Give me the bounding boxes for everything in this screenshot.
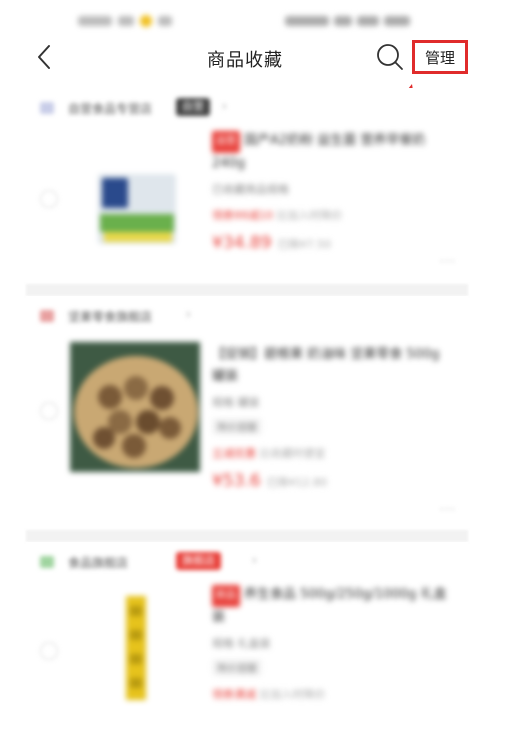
product-card[interactable]: 自营食品专营店 自营 › 自营 国产A2奶粉 益生菌 营养早餐奶 240g 已收藏… [26,88,468,284]
select-checkbox[interactable] [40,402,58,420]
product-title[interactable]: 新品 养生食品 500g/250g/1000g 礼盒装 [212,584,452,629]
product-price: ¥53.6 已降¥12.80 [212,471,328,491]
product-tag: 自营 [212,131,240,153]
product-photo [70,136,200,266]
store-name: 自营食品专营店 [68,102,153,116]
product-spec: 已收藏商品规格 [212,183,289,196]
nav-bar: 商品收藏 管理 [0,36,525,80]
product-card[interactable]: 食品旗舰店 旗舰店 › 新品 养生食品 500g/250g/1000g 礼盒装 规… [26,542,468,739]
store-row[interactable]: 坚果零食旗舰店 › [26,296,468,336]
status-bar [0,0,525,36]
price-alert-chip[interactable]: 降价提醒 [212,659,262,676]
product-info: 新品 养生食品 500g/250g/1000g 礼盒装 规格 礼盒装 降价提醒 领… [212,584,452,702]
store-icon [40,102,54,114]
product-price: ¥34.89 已降¥7.50 [212,233,331,253]
status-left [78,10,208,27]
favorites-list: 自营食品专营店 自营 › 自营 国产A2奶粉 益生菌 营养早餐奶 240g 已收藏… [26,88,468,739]
chevron-right-icon: › [186,307,191,321]
store-row[interactable]: 自营食品专营店 自营 › [26,88,468,128]
product-photo [70,586,200,716]
store-badge: 旗舰店 [176,552,221,570]
more-icon[interactable]: ··· [440,502,456,518]
product-title[interactable]: 【促销】碧根果 奶油味 坚果零食 500g 罐装 [212,344,452,388]
separator [26,530,468,542]
manage-button[interactable]: 管理 [412,40,468,74]
store-row[interactable]: 食品旗舰店 旗舰店 › [26,542,468,582]
product-info: 【促销】碧根果 奶油味 坚果零食 500g 罐装 规格 罐装 降价提醒 立减优惠… [212,344,452,491]
select-checkbox[interactable] [40,642,58,660]
store-badge: 自营 [176,98,210,116]
product-tag: 新品 [212,585,240,607]
product-image[interactable] [70,342,200,472]
chevron-right-icon: › [252,553,257,567]
product-photo [70,342,200,472]
store-name: 坚果零食旗舰店 [68,310,153,324]
product-image[interactable] [70,136,200,266]
store-icon [40,556,54,568]
chevron-right-icon: › [222,99,227,113]
separator [26,284,468,296]
select-checkbox[interactable] [40,190,58,208]
product-image[interactable] [70,586,200,716]
price-alert-chip[interactable]: 降价提醒 [212,418,262,435]
product-promo: 领券99减10 比加入时降价 [212,209,343,222]
status-right [285,10,445,26]
product-spec: 规格 罐装 [212,396,260,409]
more-icon[interactable]: ··· [440,254,456,270]
store-icon [40,310,54,322]
product-title[interactable]: 自营 国产A2奶粉 益生菌 营养早餐奶 240g [212,130,452,175]
product-promo: 立减优惠 比收藏时便宜 [212,447,326,460]
product-spec: 规格 礼盒装 [212,637,271,650]
search-icon [377,44,403,70]
product-promo: 领券满减 比加入时降价 [212,688,326,701]
product-info: 自营 国产A2奶粉 益生菌 营养早餐奶 240g 已收藏商品规格 领券99减10 … [212,130,452,253]
product-card[interactable]: 坚果零食旗舰店 › 【促销】碧根果 奶油味 坚果零食 500g 罐装 规格 罐装… [26,296,468,530]
store-name: 食品旗舰店 [68,556,129,570]
search-button[interactable] [375,42,405,72]
